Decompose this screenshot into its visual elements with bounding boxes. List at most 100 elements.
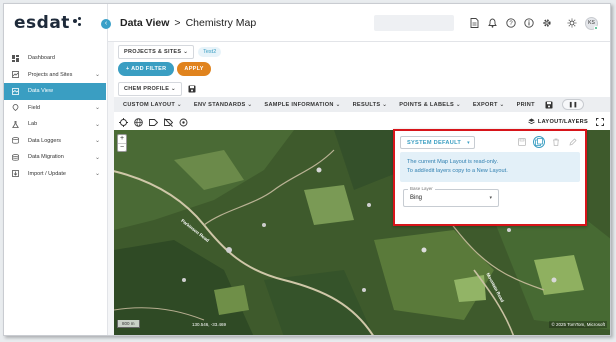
bell-icon[interactable]	[487, 18, 498, 29]
avatar-initials: KS	[588, 19, 595, 26]
sidebar-item-import-update[interactable]: Import / Update ⌄	[4, 166, 108, 183]
dashboard-icon	[12, 54, 19, 62]
layers-icon	[528, 118, 535, 127]
chevron-down-icon: ⌄	[94, 72, 100, 79]
header-icons: ? KS	[462, 15, 598, 31]
results-menu[interactable]: RESULTS ⌄	[353, 102, 388, 108]
label-tag-icon[interactable]	[149, 118, 158, 127]
map-tools-row: LAYOUT/LAYERS	[114, 114, 610, 130]
breadcrumb-separator: >	[174, 17, 181, 29]
info-icon[interactable]	[523, 18, 534, 29]
map-layout-dropdown-value: SYSTEM DEFAULT	[407, 139, 462, 146]
base-layer-value: Bing	[410, 195, 423, 201]
sidebar-item-label: Dashboard	[28, 55, 55, 62]
pause-button[interactable]: ❚❚	[562, 99, 584, 110]
custom-layout-menu[interactable]: CUSTOM LAYOUT ⌄	[123, 102, 182, 108]
save-layout-icon[interactable]	[516, 136, 528, 148]
svg-text:?: ?	[509, 21, 513, 27]
crosshair-icon[interactable]	[119, 117, 128, 127]
map-attribution: © 2025 TomTom, Microsoft	[549, 321, 607, 328]
info-line-2: To add/edit layers copy to a New Layout.	[407, 168, 508, 174]
add-filter-button[interactable]: + ADD FILTER	[118, 62, 175, 76]
layout-layers-panel: SYSTEM DEFAULT ▾ The current Map Layout	[393, 129, 587, 226]
breadcrumb-data-view[interactable]: Data View	[120, 17, 169, 29]
sidebar-item-lab[interactable]: Lab ⌄	[4, 116, 108, 133]
help-icon[interactable]: ?	[505, 18, 516, 29]
sidebar: esdat Dashboard Projects and Sites ⌄ Dat…	[4, 4, 108, 335]
sidebar-item-data-loggers[interactable]: Data Loggers ⌄	[4, 133, 108, 150]
sidebar-item-data-view[interactable]: Data View	[4, 83, 106, 100]
top-header: Data View > Chemistry Map ? KS	[108, 4, 610, 42]
apply-button[interactable]: APPLY	[177, 62, 211, 76]
chevron-down-icon: ⌄	[94, 105, 100, 112]
logger-icon	[12, 137, 19, 144]
chevron-down-icon: ⌄	[94, 154, 100, 161]
chevron-down-icon: ⌄	[94, 121, 100, 128]
print-button[interactable]: PRINT	[517, 102, 535, 108]
sidebar-item-data-migration[interactable]: Data Migration ⌄	[4, 149, 108, 166]
export-menu[interactable]: EXPORT ⌄	[473, 102, 505, 108]
main-content: PROJECTS & SITES ⌄ Test2 + ADD FILTER AP…	[114, 42, 610, 335]
gear-icon[interactable]	[541, 18, 552, 29]
sidebar-item-projects-and-sites[interactable]: Projects and Sites ⌄	[4, 67, 108, 84]
migration-icon	[12, 153, 19, 161]
database-view-icon	[12, 87, 19, 95]
env-standards-menu[interactable]: ENV STANDARDS ⌄	[194, 102, 253, 108]
globe-icon[interactable]	[134, 117, 143, 127]
sidebar-item-dashboard[interactable]: Dashboard	[4, 50, 108, 67]
document-icon[interactable]	[469, 18, 480, 29]
layout-layers-button[interactable]: LAYOUT/LAYERS	[528, 116, 588, 128]
save-icon[interactable]	[545, 101, 553, 109]
chem-profile-row: CHEM PROFILE ⌄	[118, 82, 196, 96]
map-layout-dropdown[interactable]: SYSTEM DEFAULT ▾	[400, 136, 475, 149]
refresh-icon[interactable]	[179, 118, 188, 127]
logo-text: esdat	[14, 13, 70, 33]
header-search-box[interactable]	[374, 15, 454, 31]
sun-icon[interactable]	[566, 18, 577, 29]
points-labels-menu[interactable]: POINTS & LABELS ⌄	[399, 102, 461, 108]
coordinate-readout: 130.546, -33.469	[192, 322, 227, 327]
map-icon	[12, 71, 19, 79]
edit-layout-icon[interactable]	[567, 136, 579, 148]
chevron-down-icon: ⌄	[94, 138, 100, 145]
layout-layers-label: LAYOUT/LAYERS	[537, 119, 588, 125]
esdat-logo[interactable]: esdat	[14, 12, 82, 34]
save-icon[interactable]	[188, 85, 196, 93]
select-arrow-icon: ▾	[489, 195, 492, 201]
field-icon	[12, 104, 19, 112]
user-avatar[interactable]: KS	[585, 16, 598, 30]
filter-row: + ADD FILTER APPLY	[118, 62, 211, 76]
sidebar-nav: Dashboard Projects and Sites ⌄ Data View	[4, 50, 108, 182]
online-status-dot	[594, 25, 598, 30]
copy-layout-icon[interactable]	[533, 136, 545, 148]
sidebar-item-label: Data View	[28, 88, 53, 95]
breadcrumb: Data View > Chemistry Map	[120, 17, 256, 29]
logo-dots-icon	[72, 16, 82, 30]
base-layer-label: Base Layer	[408, 186, 435, 191]
zoom-out-button[interactable]: −	[118, 143, 126, 151]
sidebar-item-field[interactable]: Field ⌄	[4, 100, 108, 117]
sample-information-menu[interactable]: SAMPLE INFORMATION ⌄	[264, 102, 340, 108]
chevron-down-icon: ⌄	[94, 171, 100, 178]
zoom-in-button[interactable]: +	[118, 135, 126, 143]
dropdown-arrow-icon: ▾	[467, 139, 470, 146]
map-menu-bar: CUSTOM LAYOUT ⌄ ENV STANDARDS ⌄ SAMPLE I…	[114, 97, 610, 112]
filter-toolbar: PROJECTS & SITES ⌄ Test2 + ADD FILTER AP…	[114, 42, 610, 114]
flask-icon	[12, 120, 19, 128]
app-window: esdat Dashboard Projects and Sites ⌄ Dat…	[3, 3, 611, 336]
read-only-info-message: The current Map Layout is read-only. To …	[400, 152, 580, 182]
breadcrumb-chemistry-map: Chemistry Map	[185, 17, 257, 29]
info-line-1: The current Map Layout is read-only.	[407, 159, 498, 165]
layout-actions	[511, 136, 579, 148]
zoom-control: + −	[117, 134, 127, 152]
base-layer-select[interactable]: Base Layer Bing ▾	[403, 186, 499, 207]
collapse-sidebar-button[interactable]: ‹	[101, 19, 111, 29]
projects-sites-row: PROJECTS & SITES ⌄ Test2	[118, 45, 222, 59]
map-scale-bar: 800 m	[117, 320, 140, 328]
site-chip[interactable]: Test2	[198, 47, 222, 57]
projects-sites-dropdown[interactable]: PROJECTS & SITES ⌄	[118, 45, 195, 59]
fullscreen-icon[interactable]	[596, 118, 604, 126]
label-off-icon[interactable]	[164, 117, 173, 127]
chem-profile-dropdown[interactable]: CHEM PROFILE ⌄	[118, 82, 182, 96]
delete-layout-icon[interactable]	[550, 136, 562, 148]
